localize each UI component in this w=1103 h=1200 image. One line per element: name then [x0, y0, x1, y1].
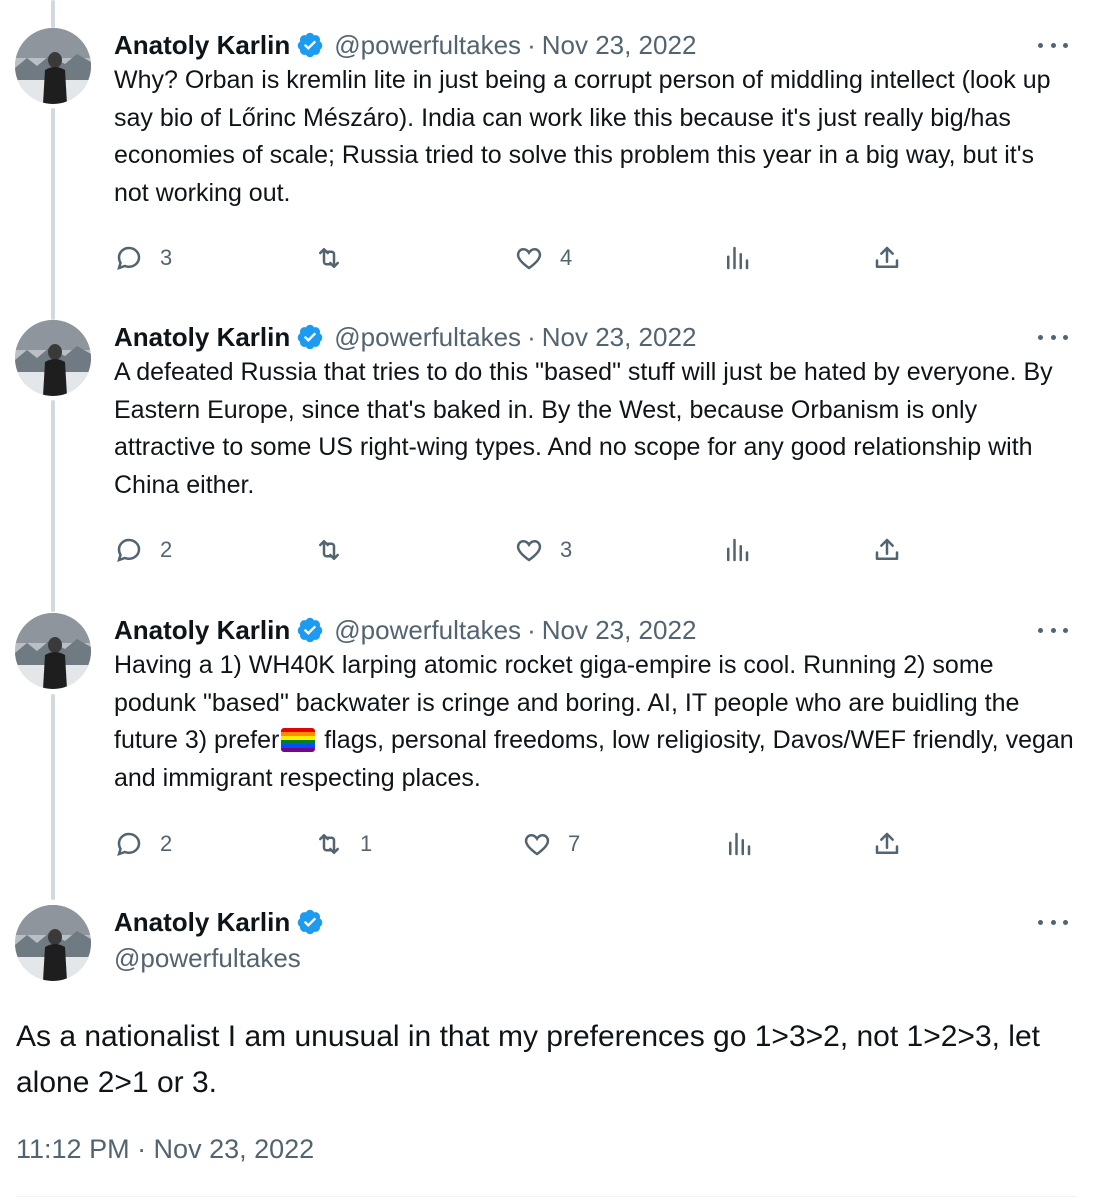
reply-count: 3: [160, 245, 173, 270]
reply-button[interactable]: 2: [114, 530, 172, 570]
author-name[interactable]: Anatoly Karlin: [114, 30, 290, 61]
tweet-text: Having a 1) WH40K larping atomic rocket …: [114, 647, 1074, 797]
avatar[interactable]: [15, 613, 91, 689]
share-button[interactable]: [872, 530, 902, 570]
avatar[interactable]: [15, 320, 91, 396]
reply-icon: [117, 538, 141, 562]
divider: [16, 1196, 1077, 1197]
reply-icon: [117, 246, 141, 270]
tweet-header: Anatoly Karlin @powerfultakes · Nov 23, …: [114, 320, 696, 354]
retweet-button[interactable]: [314, 238, 360, 278]
author-handle[interactable]: @powerfultakes: [334, 30, 521, 61]
views-icon: [727, 246, 749, 270]
separator-dot: ·: [527, 321, 536, 352]
share-icon: [875, 832, 899, 854]
share-icon: [875, 538, 899, 560]
more-icon[interactable]: [1038, 324, 1068, 350]
like-count: 4: [560, 245, 573, 270]
share-button[interactable]: [872, 824, 902, 864]
retweet-button[interactable]: [314, 530, 360, 570]
rainbow-flag-icon: [281, 728, 316, 752]
thread-line: [51, 0, 55, 28]
main-tweet-timestamp[interactable]: 11:12 PM · Nov 23, 2022: [16, 1134, 314, 1165]
more-icon[interactable]: [1038, 32, 1068, 58]
views-icon: [727, 538, 749, 562]
tweet-text: Why? Orban is kremlin lite in just being…: [114, 66, 1051, 207]
retweet-icon: [319, 834, 339, 854]
like-button[interactable]: 4: [514, 238, 572, 278]
main-tweet[interactable]: Anatoly Karlin @powerfultakes: [0, 905, 1103, 985]
views-button[interactable]: [724, 824, 754, 864]
retweet-icon: [319, 248, 339, 268]
tweet-actions: 2 1 7: [114, 824, 914, 864]
verified-badge-icon: [297, 909, 323, 935]
main-tweet-text: As a nationalist I am unusual in that my…: [16, 1020, 1040, 1099]
tweet-date[interactable]: Nov 23, 2022: [542, 30, 697, 61]
retweet-icon: [319, 540, 339, 560]
author-handle[interactable]: @powerfultakes: [334, 615, 521, 646]
share-button[interactable]: [872, 238, 902, 278]
views-button[interactable]: [722, 530, 752, 570]
views-icon: [729, 832, 751, 856]
tweet-header: Anatoly Karlin @powerfultakes · Nov 23, …: [114, 613, 696, 647]
tweet-header: Anatoly Karlin @powerfultakes · Nov 23, …: [114, 28, 696, 62]
author-name[interactable]: Anatoly Karlin: [114, 615, 290, 646]
tweet[interactable]: Anatoly Karlin @powerfultakes · Nov 23, …: [0, 320, 1103, 572]
more-icon[interactable]: [1038, 617, 1068, 643]
verified-badge-icon: [297, 32, 323, 58]
heart-icon: [516, 539, 542, 562]
tweet-header: Anatoly Karlin: [114, 905, 324, 939]
separator-dot: ·: [527, 29, 536, 60]
reply-button[interactable]: 2: [114, 824, 172, 864]
views-button[interactable]: [722, 238, 752, 278]
verified-badge-icon: [297, 617, 323, 643]
reply-count: 2: [160, 537, 173, 562]
tweet-text: A defeated Russia that tries to do this …: [114, 358, 1053, 499]
tweet-date[interactable]: Nov 23, 2022: [542, 615, 697, 646]
more-icon[interactable]: [1038, 909, 1068, 935]
avatar[interactable]: [15, 905, 91, 981]
author-handle[interactable]: @powerfultakes: [334, 322, 521, 353]
heart-icon: [524, 833, 550, 856]
like-count: 3: [560, 537, 573, 562]
separator-dot: ·: [527, 614, 536, 645]
like-button[interactable]: 3: [514, 530, 572, 570]
tweet-date[interactable]: Nov 23, 2022: [542, 322, 697, 353]
retweet-button[interactable]: 1: [314, 824, 372, 864]
tweet[interactable]: Anatoly Karlin @powerfultakes · Nov 23, …: [0, 28, 1103, 280]
author-name[interactable]: Anatoly Karlin: [114, 322, 290, 353]
tweet-actions: 3 4: [114, 238, 914, 278]
reply-count: 2: [160, 831, 173, 856]
reply-icon: [117, 832, 141, 856]
tweet-actions: 2 3: [114, 530, 914, 570]
avatar[interactable]: [15, 28, 91, 104]
author-handle[interactable]: @powerfultakes: [114, 943, 301, 974]
heart-icon: [516, 247, 542, 270]
like-button[interactable]: 7: [522, 824, 580, 864]
share-icon: [875, 246, 899, 268]
reply-button[interactable]: 3: [114, 238, 172, 278]
like-count: 7: [568, 831, 581, 856]
tweet[interactable]: Anatoly Karlin @powerfultakes · Nov 23, …: [0, 613, 1103, 865]
author-name[interactable]: Anatoly Karlin: [114, 907, 290, 938]
verified-badge-icon: [297, 324, 323, 350]
retweet-count: 1: [360, 831, 373, 856]
